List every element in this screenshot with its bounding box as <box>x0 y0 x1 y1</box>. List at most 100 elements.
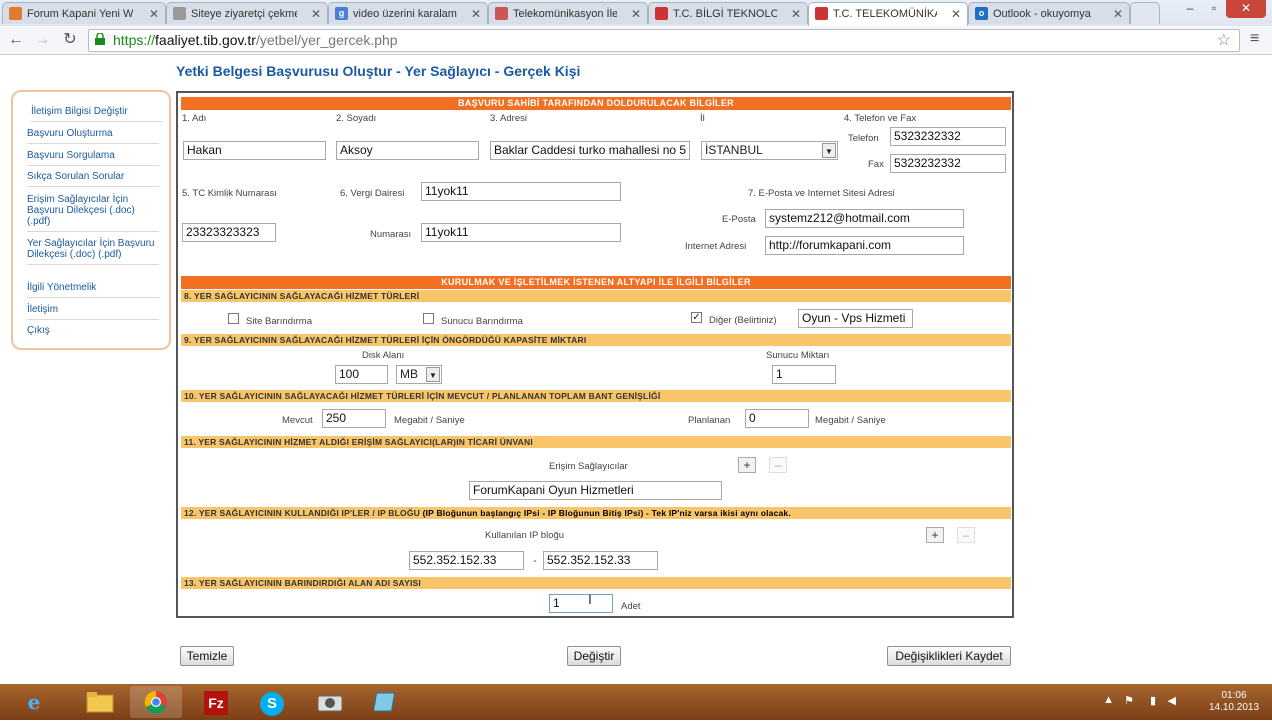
add-provider-button[interactable]: + <box>738 457 756 473</box>
remove-ip-button[interactable]: – <box>957 527 975 543</box>
section-8-header: 8. YER SAĞLAYICININ SAĞLAYACAĞI HİZMET T… <box>181 290 1011 302</box>
browser-tab-3[interactable]: g video üzerini karalama ✕ <box>328 2 488 24</box>
back-icon[interactable]: ← <box>6 30 26 50</box>
chrome-icon[interactable] <box>130 686 182 718</box>
browser-tab-7[interactable]: o Outlook - okuyomya ✕ <box>968 2 1130 24</box>
disk-unit-select[interactable]: MB ▼ <box>396 365 442 384</box>
url-host: faaliyet.tib.gov.tr <box>155 32 256 48</box>
chevron-down-icon: ▼ <box>426 367 440 382</box>
vergi-dairesi-field[interactable]: 11yok11 <box>421 182 621 201</box>
battery-icon[interactable]: ▮ <box>1150 694 1156 707</box>
adres-field[interactable]: Baklar Caddesi turko mahallesi no 5 <box>490 141 690 160</box>
eposta-field[interactable]: systemz212@hotmail.com <box>765 209 964 228</box>
diger-field[interactable]: Oyun - Vps Hizmeti <box>798 309 913 328</box>
label-disk-alani: Disk Alanı <box>362 350 405 361</box>
sidebar-item-cikis[interactable]: Çıkış <box>27 325 159 340</box>
sidebar-item-basvuru-olusturma[interactable]: Başvuru Oluşturma <box>27 128 159 144</box>
skype-icon[interactable]: S <box>246 686 298 718</box>
speaker-icon[interactable]: ◀ <box>1168 694 1176 707</box>
sidebar-item-iletisim[interactable]: İletişim <box>27 304 159 320</box>
close-tab-icon[interactable]: ✕ <box>791 3 801 24</box>
label-sunucu-miktari: Sunucu Miktarı <box>766 350 830 361</box>
sidebar-item-erisim-dilekce[interactable]: Erişim Sağlayıcılar İçin Başvuru Dilekçe… <box>27 194 159 232</box>
label-planlanan-unit: Megabit / Saniye <box>815 415 886 426</box>
section-13-header: 13. YER SAĞLAYICININ BARINDIRDIĞI ALAN A… <box>181 577 1011 589</box>
disk-alani-field[interactable]: 100 <box>335 365 388 384</box>
internet-adresi-field[interactable]: http://forumkapani.com <box>765 236 964 255</box>
ip-start-field[interactable]: 552.352.152.33 <box>409 551 524 570</box>
chevron-down-icon: ▼ <box>822 143 836 158</box>
sidebar-item-yonetmelik[interactable]: İlgili Yönetmelik <box>27 282 159 298</box>
explorer-folder-icon[interactable] <box>74 686 126 718</box>
label-numarasi: Numarası <box>370 229 412 240</box>
vergi-numarasi-field[interactable]: 11yok11 <box>421 223 621 242</box>
browser-tab-2[interactable]: Siteye ziyaretçi çekme ✕ <box>166 2 328 24</box>
tc-kimlik-field[interactable]: 23323323323 <box>182 223 276 242</box>
browser-tab-4[interactable]: Telekomünikasyon İle ✕ <box>488 2 648 24</box>
label-sunucu-barindirma: Sunucu Barındırma <box>441 316 523 327</box>
label-telefon-fax: 4. Telefon ve Fax <box>844 113 917 124</box>
sunucu-barindirma-checkbox[interactable] <box>423 313 434 324</box>
mevcut-field[interactable]: 250 <box>322 409 386 428</box>
flag-icon[interactable]: ⚑ <box>1124 694 1134 707</box>
label-eposta: E-Posta <box>722 214 756 225</box>
label-diger: Diğer (Belirtiniz) <box>709 315 777 326</box>
bookmark-star-icon[interactable]: ☆ <box>1217 30 1231 51</box>
planlanan-field[interactable]: 0 <box>745 409 809 428</box>
close-tab-icon[interactable]: ✕ <box>951 3 961 25</box>
soyadi-field[interactable]: Aksoy <box>336 141 479 160</box>
sidebar-item-sss[interactable]: Sıkça Sorulan Sorular <box>27 171 159 187</box>
page-icon <box>9 7 22 20</box>
clock[interactable]: 01:06 14.10.2013 <box>1204 690 1264 714</box>
reload-icon[interactable]: ↻ <box>60 30 80 50</box>
fax-field[interactable]: 5323232332 <box>890 154 1006 173</box>
il-select[interactable]: İSTANBUL ▼ <box>701 141 838 160</box>
sidebar-item-iletisim-bilgisi[interactable]: İletişim Bilgisi Değiştir <box>31 106 163 122</box>
close-window-icon[interactable]: ✕ <box>1226 0 1266 18</box>
menu-icon[interactable]: ≡ <box>1250 31 1266 47</box>
tray-arrow-icon[interactable]: ▲ <box>1103 694 1114 706</box>
clock-date: 14.10.2013 <box>1208 702 1260 713</box>
notebook-app-icon[interactable] <box>360 686 412 718</box>
filezilla-icon[interactable]: Fz <box>190 686 242 718</box>
label-fax: Fax <box>868 159 884 170</box>
maximize-icon[interactable]: ▫ <box>1202 0 1226 18</box>
minimize-icon[interactable]: – <box>1178 0 1202 18</box>
browser-tab-active[interactable]: T.C. TELEKOMÜNİKAS✕ <box>808 2 968 26</box>
label-eposta-site: 7. E-Posta ve Internet Sitesi Adresi <box>748 188 895 199</box>
alan-adi-sayisi-field[interactable]: 1 <box>549 594 613 613</box>
add-ip-button[interactable]: + <box>926 527 944 543</box>
sidebar-item-basvuru-sorgulama[interactable]: Başvuru Sorgulama <box>27 150 159 166</box>
close-tab-icon[interactable]: ✕ <box>631 3 641 24</box>
address-bar[interactable]: https://faaliyet.tib.gov.tr/yetbel/yer_g… <box>88 29 1240 52</box>
camera-app-icon[interactable] <box>304 686 356 718</box>
sunucu-miktari-field[interactable]: 1 <box>772 365 836 384</box>
close-tab-icon[interactable]: ✕ <box>471 3 481 24</box>
close-tab-icon[interactable]: ✕ <box>1113 3 1123 24</box>
site-barindirma-checkbox[interactable] <box>228 313 239 324</box>
forward-icon[interactable]: → <box>32 30 52 50</box>
ie-icon[interactable]: e <box>14 686 54 718</box>
section-12-header: 12. YER SAĞLAYICININ KULLANDIĞI IP'LER /… <box>181 507 1011 519</box>
label-mevcut: Mevcut <box>282 415 313 426</box>
new-tab-button[interactable] <box>1130 2 1160 24</box>
browser-tab-1[interactable]: Forum Kapani Yeni W ✕ <box>2 2 166 24</box>
close-tab-icon[interactable]: ✕ <box>311 3 321 24</box>
remove-provider-button[interactable]: – <box>769 457 787 473</box>
telefon-field[interactable]: 5323232332 <box>890 127 1006 146</box>
degistir-button[interactable]: Değiştir <box>567 646 621 666</box>
sidebar: İletişim Bilgisi Değiştir Başvuru Oluştu… <box>11 90 171 350</box>
browser-tab-5[interactable]: T.C. BİLGİ TEKNOLOJİ ✕ <box>648 2 808 24</box>
kaydet-button[interactable]: Değişiklikleri Kaydet <box>887 646 1011 666</box>
browser-tab-bar: Forum Kapani Yeni W ✕ Siteye ziyaretçi çe… <box>0 0 1272 27</box>
close-tab-icon[interactable]: ✕ <box>149 3 159 24</box>
label-soyadi: 2. Soyadı <box>336 113 377 124</box>
adi-field[interactable]: Hakan <box>183 141 326 160</box>
section-header-infrastructure: KURULMAK VE İŞLETİLMEK İSTENEN ALTYAPI İ… <box>181 276 1011 289</box>
label-vergi: 6. Vergi Dairesi <box>340 188 405 199</box>
temizle-button[interactable]: Temizle <box>180 646 234 666</box>
ip-end-field[interactable]: 552.352.152.33 <box>543 551 658 570</box>
sidebar-item-yer-dilekce[interactable]: Yer Sağlayıcılar İçin Başvuru Dilekçesi … <box>27 238 159 265</box>
erisim-saglayici-field[interactable]: ForumKapani Oyun Hizmetleri <box>469 481 722 500</box>
diger-checkbox[interactable]: ✓ <box>691 312 702 323</box>
